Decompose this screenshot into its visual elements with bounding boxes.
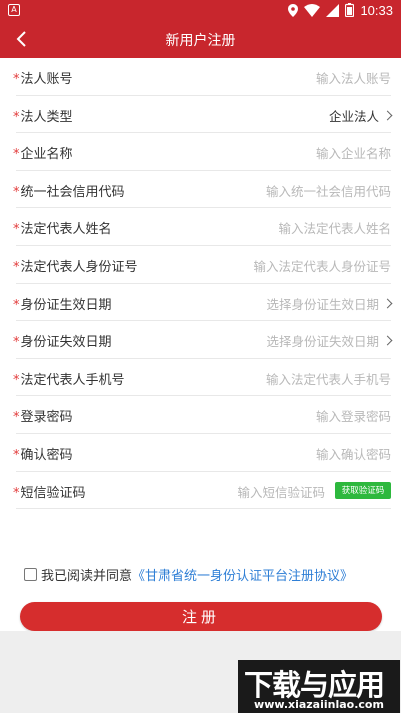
watermark-url: www.xiazaiinlao.com bbox=[254, 698, 384, 711]
required-mark: * bbox=[13, 335, 20, 351]
id-start-date-select[interactable]: 选择身份证生效日期 bbox=[266, 294, 393, 313]
nav-bar: 新用户注册 bbox=[0, 20, 401, 58]
page-title: 新用户注册 bbox=[165, 33, 236, 49]
field-label: *身份证生效日期 bbox=[13, 297, 112, 313]
field-label: *法人类型 bbox=[13, 109, 73, 125]
agreement-checkbox[interactable] bbox=[24, 568, 37, 581]
watermark-logo: 下载与应用 www.xiazaiinlao.com bbox=[238, 660, 400, 713]
representative-name-input[interactable]: 输入法定代表人姓名 bbox=[278, 218, 391, 237]
status-time: 10:33 bbox=[360, 2, 393, 18]
agreement: 我已阅读并同意 《甘肃省统一身份认证平台注册协议》 bbox=[24, 565, 353, 584]
login-password-input[interactable]: 输入登录密码 bbox=[316, 406, 391, 425]
row-id-end-date[interactable]: *身份证失效日期 选择身份证失效日期 bbox=[0, 321, 401, 359]
signal-icon bbox=[326, 3, 340, 17]
required-mark: * bbox=[13, 147, 20, 163]
field-label: *法人账号 bbox=[13, 72, 73, 87]
row-confirm-password[interactable]: *确认密码 输入确认密码 bbox=[0, 434, 401, 472]
row-legal-account[interactable]: *法人账号 输入法人账号 bbox=[0, 58, 401, 96]
company-name-input[interactable]: 输入企业名称 bbox=[316, 143, 391, 162]
field-label: *法定代表人手机号 bbox=[13, 372, 125, 388]
legal-account-input[interactable]: 输入法人账号 bbox=[316, 68, 391, 87]
credit-code-input[interactable]: 输入统一社会信用代码 bbox=[266, 181, 391, 200]
required-mark: * bbox=[13, 259, 20, 275]
sms-code-input[interactable]: 输入短信验证码 bbox=[237, 482, 325, 501]
required-mark: * bbox=[13, 372, 20, 388]
field-label: *确认密码 bbox=[13, 447, 73, 463]
chevron-right-icon bbox=[382, 335, 393, 346]
confirm-password-input[interactable]: 输入确认密码 bbox=[316, 444, 391, 463]
register-button[interactable]: 注册 bbox=[20, 602, 382, 631]
get-sms-code-button[interactable]: 获取验证码 bbox=[335, 481, 391, 499]
required-mark: * bbox=[13, 447, 20, 463]
representative-phone-input[interactable]: 输入法定代表人手机号 bbox=[266, 369, 391, 388]
row-representative-id[interactable]: *法定代表人身份证号 输入法定代表人身份证号 bbox=[0, 246, 401, 284]
chevron-right-icon bbox=[382, 110, 393, 121]
legal-type-select[interactable]: 企业法人 bbox=[329, 106, 393, 125]
id-end-date-select[interactable]: 选择身份证失效日期 bbox=[266, 331, 393, 350]
registration-form: *法人账号 输入法人账号 *法人类型 企业法人 *企业名称 输入企业名称 *统一… bbox=[0, 58, 401, 509]
field-label: *统一社会信用代码 bbox=[13, 184, 125, 200]
required-mark: * bbox=[13, 485, 20, 501]
row-sms-code[interactable]: *短信验证码 输入短信验证码 获取验证码 bbox=[0, 472, 401, 510]
field-label: *企业名称 bbox=[13, 147, 73, 163]
required-mark: * bbox=[13, 109, 20, 125]
field-label: *短信验证码 bbox=[13, 485, 86, 501]
required-mark: * bbox=[13, 184, 20, 200]
location-icon bbox=[288, 3, 299, 17]
required-mark: * bbox=[13, 72, 20, 87]
status-icons: 10:33 bbox=[288, 2, 393, 18]
battery-icon bbox=[345, 3, 355, 17]
notification-a-icon: A bbox=[8, 4, 20, 16]
wifi-icon bbox=[304, 3, 321, 17]
required-mark: * bbox=[13, 410, 20, 426]
row-login-password[interactable]: *登录密码 输入登录密码 bbox=[0, 396, 401, 434]
row-legal-type[interactable]: *法人类型 企业法人 bbox=[0, 96, 401, 134]
representative-id-input[interactable]: 输入法定代表人身份证号 bbox=[253, 256, 391, 275]
field-label: *法定代表人身份证号 bbox=[13, 259, 138, 275]
row-credit-code[interactable]: *统一社会信用代码 输入统一社会信用代码 bbox=[0, 171, 401, 209]
row-company-name[interactable]: *企业名称 输入企业名称 bbox=[0, 133, 401, 171]
status-bar: A 10:33 bbox=[0, 0, 401, 20]
required-mark: * bbox=[13, 222, 20, 238]
chevron-right-icon bbox=[382, 298, 393, 309]
row-representative-name[interactable]: *法定代表人姓名 输入法定代表人姓名 bbox=[0, 208, 401, 246]
agreement-link[interactable]: 《甘肃省统一身份认证平台注册协议》 bbox=[132, 565, 353, 584]
row-id-start-date[interactable]: *身份证生效日期 选择身份证生效日期 bbox=[0, 284, 401, 322]
field-label: *身份证失效日期 bbox=[13, 335, 112, 351]
field-label: *法定代表人姓名 bbox=[13, 222, 112, 238]
row-representative-phone[interactable]: *法定代表人手机号 输入法定代表人手机号 bbox=[0, 359, 401, 397]
required-mark: * bbox=[13, 297, 20, 313]
field-label: *登录密码 bbox=[13, 410, 73, 426]
agreement-text: 我已阅读并同意 bbox=[41, 569, 133, 584]
